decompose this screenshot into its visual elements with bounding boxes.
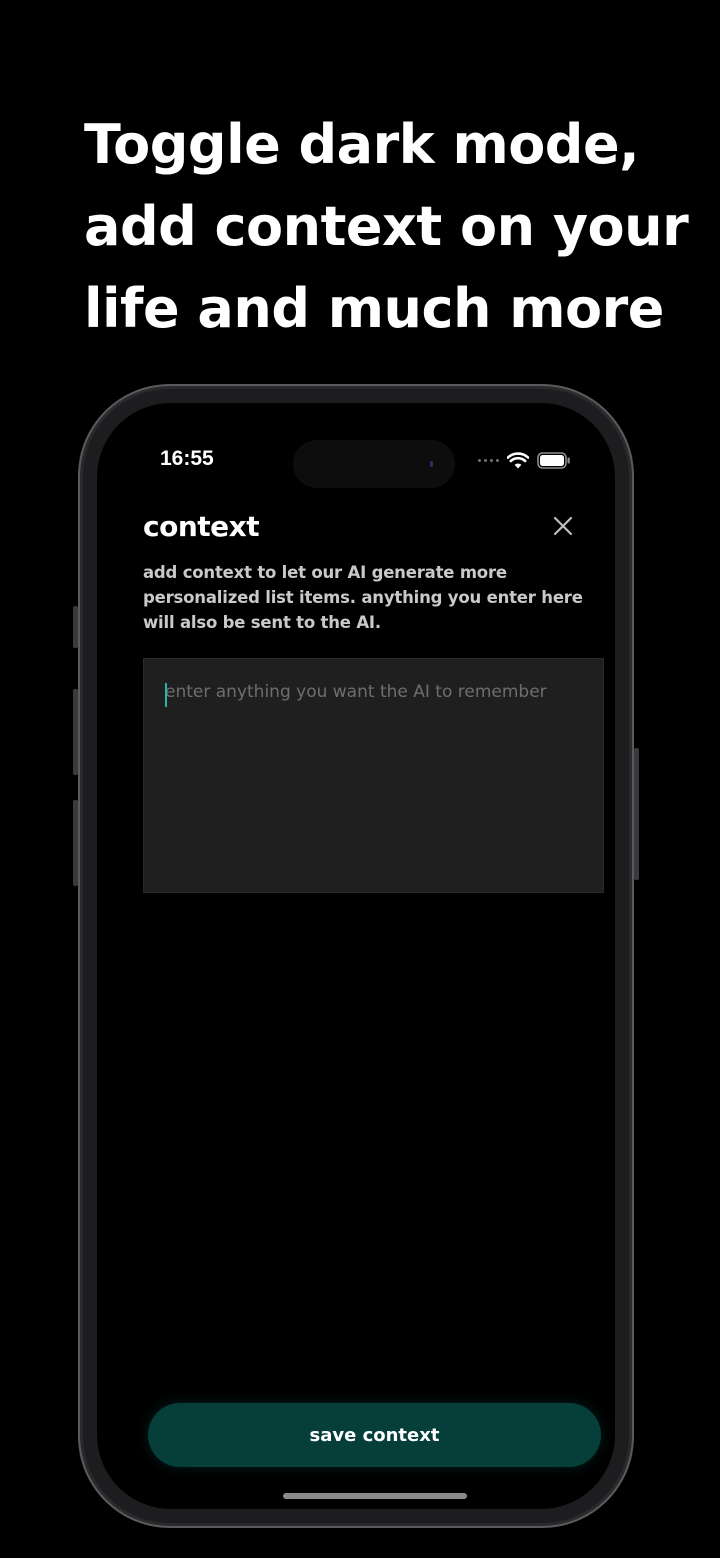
context-title: context xyxy=(143,510,260,543)
text-cursor xyxy=(165,683,167,707)
battery-icon xyxy=(537,451,570,469)
action-button xyxy=(73,606,78,648)
close-icon xyxy=(553,516,573,536)
status-time: 16:55 xyxy=(160,447,214,470)
headline-line-2: add context on your xyxy=(84,195,689,258)
volume-up-button xyxy=(73,689,78,775)
close-button[interactable] xyxy=(551,514,575,538)
context-description: add context to let our AI generate more … xyxy=(143,563,583,632)
promo-headline: Toggle dark mode, add context on your li… xyxy=(84,104,704,350)
phone-frame: 16:55 context add context to let our AI … xyxy=(73,384,639,1528)
save-context-button[interactable]: save context xyxy=(148,1403,601,1467)
camera-indicator xyxy=(430,461,433,467)
headline-line-1: Toggle dark mode, xyxy=(84,113,640,176)
wifi-icon xyxy=(507,451,529,468)
context-input[interactable]: enter anything you want the AI to rememb… xyxy=(143,658,604,893)
signal-icon xyxy=(478,458,499,462)
power-button xyxy=(634,748,639,880)
volume-down-button xyxy=(73,800,78,886)
context-input-placeholder: enter anything you want the AI to rememb… xyxy=(165,682,547,702)
home-indicator[interactable] xyxy=(283,1493,467,1499)
headline-line-3: life and much more xyxy=(84,277,664,340)
dynamic-island xyxy=(293,440,455,488)
status-icons xyxy=(478,451,571,469)
phone-screen: 16:55 context add context to let our AI … xyxy=(97,403,615,1509)
